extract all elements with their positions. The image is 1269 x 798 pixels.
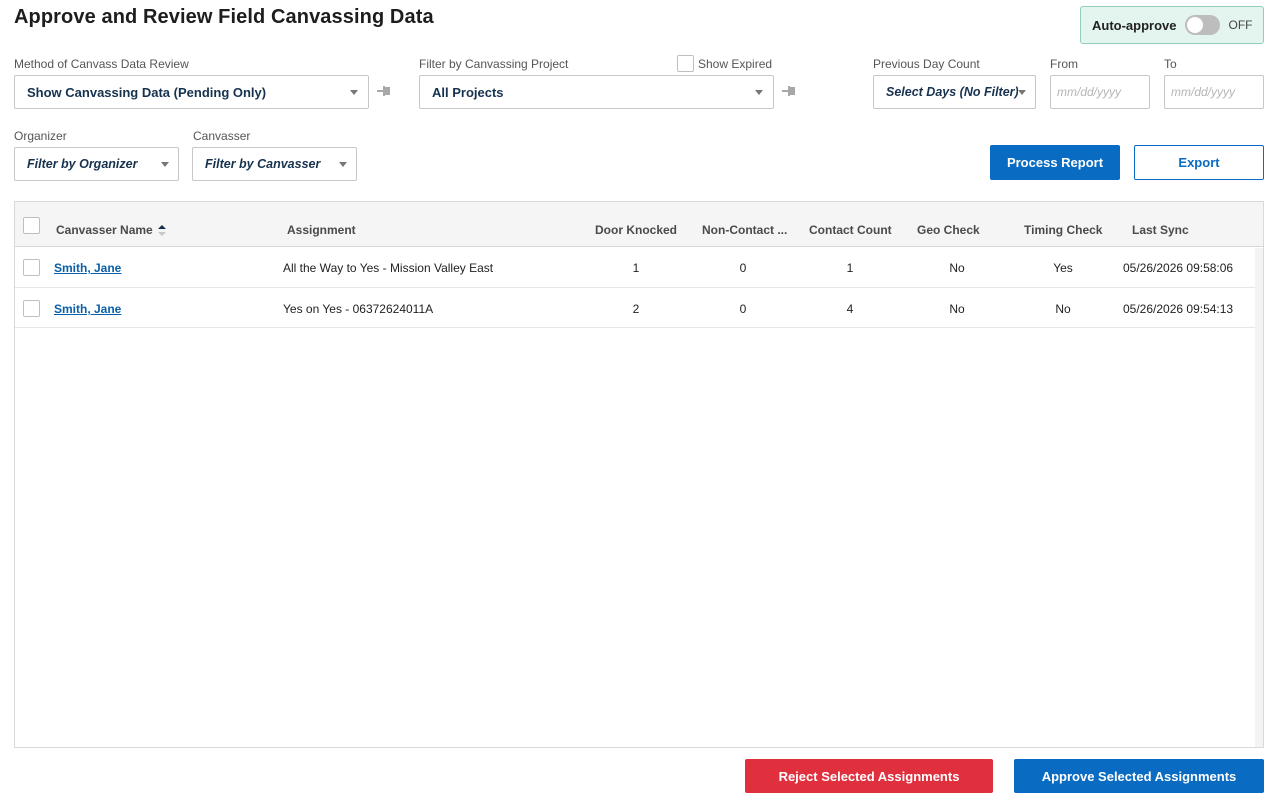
pin-icon[interactable]	[780, 84, 796, 100]
row-checkbox[interactable]	[23, 259, 40, 276]
chevron-down-icon	[1018, 89, 1026, 95]
table-header: Canvasser Name Assignment Door Knocked N…	[15, 202, 1263, 247]
select-all-checkbox[interactable]	[23, 217, 40, 234]
project-label: Filter by Canvassing Project	[419, 57, 569, 71]
canvasser-name-link[interactable]: Smith, Jane	[54, 261, 121, 275]
table-scrollbar[interactable]	[1255, 248, 1263, 747]
assignment-cell: Yes on Yes - 06372624011A	[283, 302, 434, 316]
show-expired: Show Expired	[677, 55, 772, 72]
chevron-down-icon	[339, 161, 347, 167]
assignment-cell: All the Way to Yes - Mission Valley East	[283, 261, 494, 275]
project-select-value: All Projects	[432, 84, 504, 100]
auto-approve-label: Auto-approve	[1092, 17, 1177, 33]
col-last-sync[interactable]: Last Sync	[1132, 223, 1189, 237]
show-expired-checkbox[interactable]	[677, 55, 694, 72]
previous-day-select[interactable]: Select Days (No Filter)	[873, 75, 1036, 109]
chevron-down-icon	[161, 161, 169, 167]
approve-selected-button[interactable]: Approve Selected Assignments	[1014, 759, 1264, 793]
timing-check-cell: Yes	[1053, 261, 1073, 275]
door-knocked-cell: 2	[632, 302, 640, 316]
previous-day-value: Select Days (No Filter)	[886, 85, 1018, 99]
contact-count-cell: 4	[846, 302, 854, 316]
last-sync-cell: 05/26/2026 09:54:13	[1123, 302, 1234, 316]
method-select-value: Show Canvassing Data (Pending Only)	[27, 84, 267, 100]
auto-approve-panel: Auto-approve OFF	[1080, 6, 1264, 44]
geo-check-cell: No	[949, 261, 965, 275]
table-row[interactable]: Smith, Jane Yes on Yes - 06372624011A 2 …	[15, 288, 1255, 328]
to-date-input[interactable]	[1164, 75, 1264, 109]
to-label: To	[1164, 57, 1177, 71]
from-label: From	[1050, 57, 1078, 71]
chevron-down-icon	[350, 89, 358, 95]
timing-check-cell: No	[1055, 302, 1071, 316]
col-geo-check[interactable]: Geo Check	[917, 223, 980, 237]
reject-selected-button[interactable]: Reject Selected Assignments	[745, 759, 993, 793]
col-timing-check[interactable]: Timing Check	[1024, 223, 1102, 237]
col-non-contact[interactable]: Non-Contact ...	[702, 223, 787, 237]
row-checkbox[interactable]	[23, 300, 40, 317]
non-contact-cell: 0	[739, 261, 747, 275]
last-sync-cell: 05/26/2026 09:58:06	[1123, 261, 1234, 275]
toggle-knob	[1186, 17, 1203, 33]
geo-check-cell: No	[949, 302, 965, 316]
auto-approve-state: OFF	[1228, 18, 1253, 32]
organizer-select-value: Filter by Organizer	[27, 157, 138, 171]
chevron-down-icon	[755, 89, 763, 95]
non-contact-cell: 0	[739, 302, 747, 316]
door-knocked-cell: 1	[632, 261, 640, 275]
process-report-button[interactable]: Process Report	[990, 145, 1120, 180]
from-date-input[interactable]	[1050, 75, 1150, 109]
previous-day-label: Previous Day Count	[873, 57, 980, 71]
sort-icon	[158, 225, 167, 237]
assignments-table: Canvasser Name Assignment Door Knocked N…	[14, 201, 1264, 748]
canvasser-select[interactable]: Filter by Canvasser	[192, 147, 357, 181]
project-select[interactable]: All Projects	[419, 75, 774, 109]
export-button[interactable]: Export	[1134, 145, 1264, 180]
contact-count-cell: 1	[846, 261, 854, 275]
col-contact-count[interactable]: Contact Count	[809, 223, 892, 237]
canvasser-name-link[interactable]: Smith, Jane	[54, 302, 121, 316]
method-select[interactable]: Show Canvassing Data (Pending Only)	[14, 75, 369, 109]
auto-approve-toggle[interactable]	[1184, 15, 1220, 35]
col-door-knocked[interactable]: Door Knocked	[595, 223, 677, 237]
organizer-label: Organizer	[14, 129, 67, 143]
canvasser-select-value: Filter by Canvasser	[205, 157, 321, 171]
show-expired-label: Show Expired	[698, 56, 773, 71]
col-assignment[interactable]: Assignment	[287, 223, 356, 237]
page-title: Approve and Review Field Canvassing Data	[14, 6, 434, 28]
canvasser-label: Canvasser	[193, 129, 251, 143]
organizer-select[interactable]: Filter by Organizer	[14, 147, 179, 181]
pin-icon[interactable]	[375, 84, 391, 100]
table-row[interactable]: Smith, Jane All the Way to Yes - Mission…	[15, 248, 1255, 288]
col-canvasser-name[interactable]: Canvasser Name	[56, 223, 167, 237]
method-label: Method of Canvass Data Review	[14, 57, 189, 71]
col-canvasser-name-label: Canvasser Name	[56, 223, 153, 237]
